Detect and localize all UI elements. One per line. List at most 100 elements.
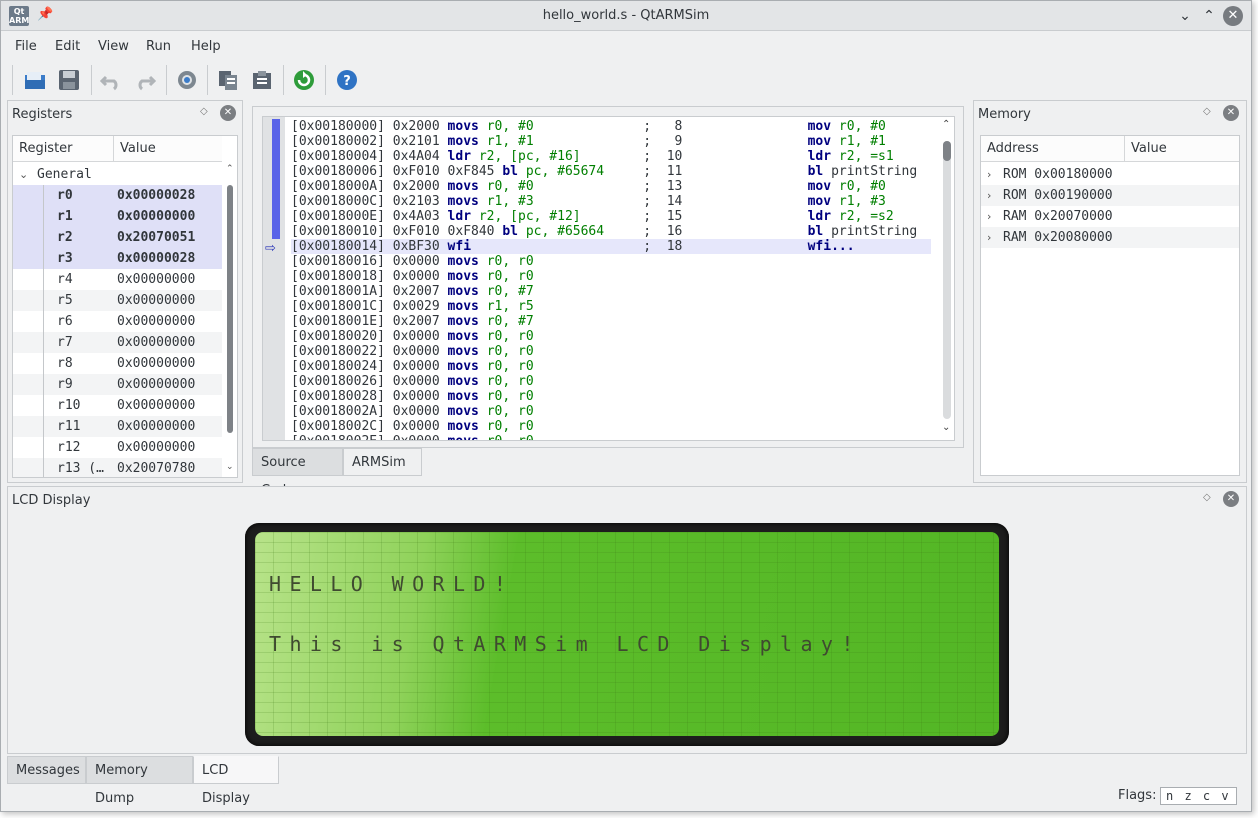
code-instruction: bl — [502, 164, 518, 179]
scrollbar-thumb[interactable] — [227, 185, 233, 433]
column-header-value[interactable]: Value — [1125, 136, 1239, 162]
code-source-operands: r0, #0 — [838, 119, 886, 134]
register-name: r2 — [57, 230, 73, 245]
code-line: [0x00180022] 0x0000 movs r0, r0 — [291, 344, 917, 359]
register-row[interactable]: r4 0x00000000 — [13, 269, 222, 290]
scroll-down-icon[interactable]: ⌄ — [226, 462, 234, 472]
register-row[interactable]: r10 0x00000000 — [13, 395, 222, 416]
register-row[interactable]: r11 0x00000000 — [13, 416, 222, 437]
code-hex: 0x2000 — [392, 179, 440, 194]
column-header-register[interactable]: Register — [13, 136, 114, 162]
menu-view[interactable]: View — [98, 39, 129, 54]
close-panel-icon[interactable]: ✕ — [1223, 105, 1239, 121]
tree-guide — [43, 374, 44, 395]
chevron-right-icon[interactable]: › — [987, 164, 991, 185]
close-panel-icon[interactable]: ✕ — [220, 105, 236, 121]
register-name: r11 — [57, 419, 81, 434]
open-file-icon[interactable] — [21, 66, 49, 94]
code-operands: r0, r0 — [486, 359, 534, 374]
float-panel-icon[interactable]: ◇ — [200, 106, 208, 117]
code-line: [0x0018002E] 0x0000 movs r0, r0 — [291, 434, 917, 440]
settings-icon[interactable] — [173, 66, 201, 94]
tab-armsim[interactable]: ARMSim — [343, 448, 422, 476]
chevron-right-icon[interactable]: › — [987, 227, 991, 248]
menu-edit[interactable]: Edit — [55, 39, 80, 54]
help-icon[interactable]: ? — [333, 66, 361, 94]
memory-row[interactable]: › ROM 0x00180000 — [981, 164, 1239, 186]
menu-file[interactable]: File — [15, 39, 37, 54]
column-header-address[interactable]: Address — [981, 136, 1125, 162]
float-panel-icon[interactable]: ◇ — [1203, 492, 1211, 503]
code-scrollbar[interactable]: ⌃ ⌄ — [939, 117, 954, 440]
register-value: 0x20070780 — [117, 461, 196, 476]
code-address: [0x0018002A] — [291, 404, 385, 419]
code-source-instruction: ldr — [807, 149, 832, 164]
redo-icon[interactable] — [131, 66, 159, 94]
register-row[interactable]: r12 0x00000000 — [13, 437, 222, 458]
memory-row[interactable]: › ROM 0x00190000 — [981, 185, 1239, 206]
close-panel-icon[interactable]: ✕ — [1223, 491, 1239, 507]
tab-memory-dump[interactable]: Memory Dump — [86, 756, 193, 806]
register-value: 0x00000028 — [117, 188, 196, 203]
register-row[interactable]: r8 0x00000000 — [13, 353, 222, 374]
code-editor[interactable]: ⇨ [0x00180000] 0x2000 movs r0, #0 ; 8 mo… — [262, 116, 955, 441]
register-row[interactable]: r7 0x00000000 — [13, 332, 222, 353]
code-hex: 0xF010 0xF840 — [392, 224, 495, 239]
code-line: [0x00180014] 0xBF30 wfi ; 18 wfi... — [291, 239, 917, 254]
code-source-instruction: wfi... — [807, 239, 855, 254]
chevron-right-icon[interactable]: › — [987, 185, 991, 206]
scrollbar-thumb[interactable] — [943, 141, 951, 161]
register-name: r3 — [57, 251, 73, 266]
code-operands: r0, r0 — [486, 269, 534, 284]
code-line: [0x00180002] 0x2101 movs r1, #1 ; 9 mov … — [291, 134, 917, 149]
register-row[interactable]: r2 0x20070051 — [13, 227, 222, 248]
code-instruction: ldr — [447, 209, 472, 224]
paste-icon[interactable] — [248, 66, 276, 94]
scroll-down-icon[interactable]: ⌄ — [942, 422, 950, 433]
toolbar-separator — [325, 65, 326, 95]
register-value: 0x00000000 — [117, 335, 196, 350]
registers-scrollbar[interactable]: ⌃ ⌄ — [224, 164, 235, 477]
column-header-value[interactable]: Value — [114, 136, 222, 162]
code-source-operands: r1, #3 — [838, 194, 886, 209]
code-operands: r0, #0 — [486, 119, 534, 134]
code-operands: r0, r0 — [486, 404, 534, 419]
copy-icon[interactable] — [214, 66, 242, 94]
chevron-down-icon[interactable]: ⌄ — [19, 164, 28, 185]
register-value: 0x00000000 — [117, 377, 196, 392]
register-name: r9 — [57, 377, 73, 392]
register-row[interactable]: r6 0x00000000 — [13, 311, 222, 332]
tab-source-code[interactable]: Source Code — [252, 448, 343, 498]
code-instruction: movs — [447, 419, 479, 434]
menu-run[interactable]: Run — [146, 39, 171, 54]
register-row[interactable]: r13 (… 0x20070780 — [13, 458, 222, 477]
reload-icon[interactable] — [290, 66, 318, 94]
memory-row[interactable]: › RAM 0x20080000 — [981, 227, 1239, 248]
chevron-right-icon[interactable]: › — [987, 206, 991, 227]
register-row[interactable]: r0 0x00000028 — [13, 185, 222, 206]
minimize-icon[interactable]: ⌄ — [1175, 6, 1195, 26]
tab-lcd-display[interactable]: LCD Display — [193, 756, 279, 806]
tab-messages[interactable]: Messages — [7, 756, 86, 784]
maximize-icon[interactable]: ⌃ — [1199, 6, 1219, 26]
undo-icon[interactable] — [97, 66, 125, 94]
tree-group-general[interactable]: ⌄ General — [13, 164, 222, 185]
code-line-number: ; 14 — [643, 194, 683, 209]
code-operands: r0, r0 — [486, 389, 534, 404]
float-panel-icon[interactable]: ◇ — [1203, 106, 1211, 117]
code-address: [0x0018002C] — [291, 419, 385, 434]
memory-row[interactable]: › RAM 0x20070000 — [981, 206, 1239, 227]
register-row[interactable]: r9 0x00000000 — [13, 374, 222, 395]
code-line-number: ; 15 — [643, 209, 683, 224]
save-icon[interactable] — [55, 66, 83, 94]
memory-address: ROM 0x00180000 — [1003, 164, 1113, 186]
code-hex: 0x2007 — [392, 314, 440, 329]
register-row[interactable]: r1 0x00000000 — [13, 206, 222, 227]
scroll-up-icon[interactable]: ⌃ — [226, 164, 234, 174]
register-row[interactable]: r3 0x00000028 — [13, 248, 222, 269]
scroll-up-icon[interactable]: ⌃ — [942, 119, 950, 130]
register-row[interactable]: r5 0x00000000 — [13, 290, 222, 311]
menu-help[interactable]: Help — [191, 39, 221, 54]
register-name: r4 — [57, 272, 73, 287]
close-window-icon[interactable]: ✕ — [1223, 6, 1243, 26]
